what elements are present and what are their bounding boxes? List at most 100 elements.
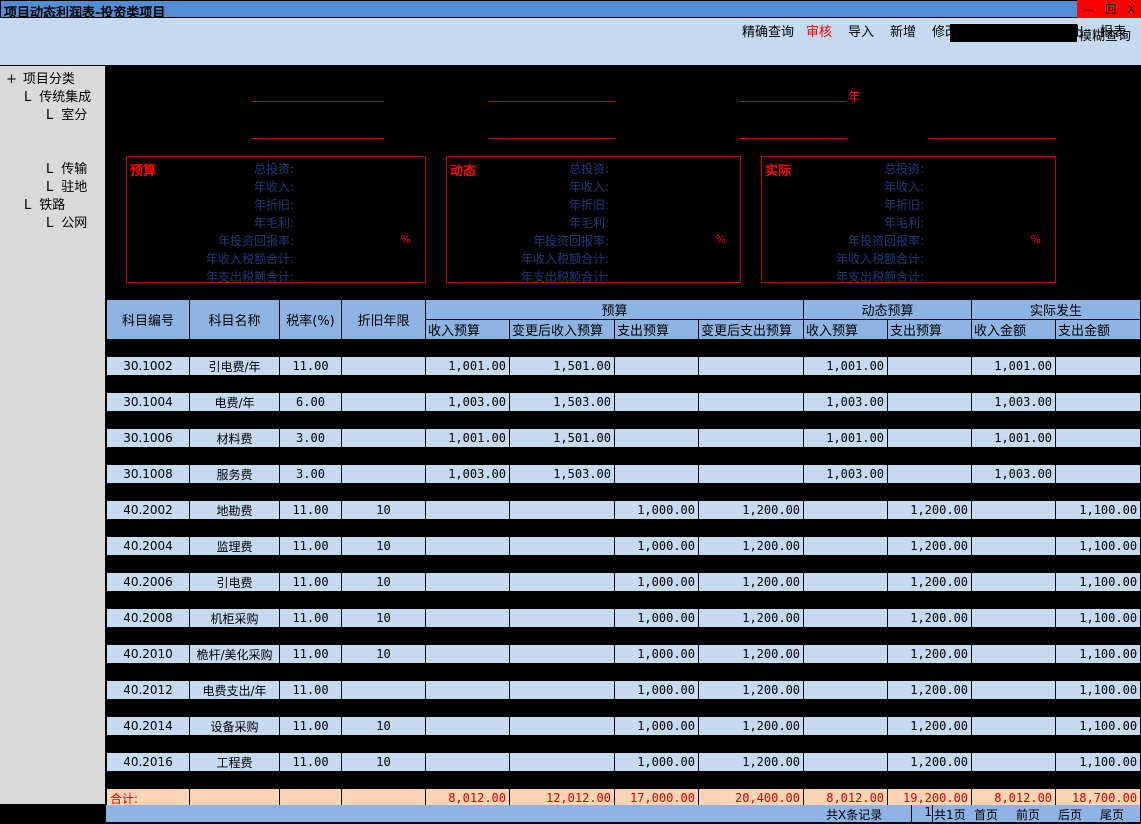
column-header[interactable]: 支出预算 — [614, 319, 699, 339]
column-header[interactable]: 折旧年限 — [341, 300, 426, 339]
table-row[interactable]: 40.2014 设备采购 11.00 10 1,000.00 1,200.00 1,200.… — [106, 717, 1141, 735]
close-button[interactable]: X — [1128, 3, 1136, 16]
prev-page-button[interactable]: 前页 — [1016, 806, 1040, 823]
cell[interactable] — [614, 429, 699, 447]
cell[interactable]: 1,200.00 — [887, 573, 973, 591]
cell[interactable] — [509, 717, 615, 735]
cell[interactable]: 11.00 — [279, 681, 342, 699]
cell[interactable] — [803, 573, 889, 591]
column-header[interactable]: 支出预算 — [887, 319, 973, 339]
cell[interactable]: 监理费 — [189, 537, 280, 555]
cell[interactable]: 1,200.00 — [887, 501, 973, 519]
cell[interactable]: 1,003.00 — [971, 465, 1057, 483]
cell[interactable] — [971, 753, 1057, 771]
minimize-button[interactable]: — — [1083, 3, 1094, 16]
cell[interactable]: 1,501.00 — [509, 429, 615, 447]
cell[interactable]: 1,503.00 — [509, 465, 615, 483]
cell[interactable]: 10 — [341, 573, 426, 591]
cell[interactable] — [697, 429, 805, 447]
cell[interactable]: 1,200.00 — [887, 753, 973, 771]
cell[interactable]: 1,200.00 — [697, 717, 805, 735]
table-row[interactable]: 30.1004 电费/年 6.00 1,003.00 1,503.00 1,003.00 1… — [106, 393, 1141, 411]
cell[interactable]: 1,503.00 — [509, 393, 615, 411]
cell[interactable]: 电费/年 — [189, 393, 280, 411]
cell[interactable]: 1,200.00 — [887, 645, 973, 663]
cell[interactable] — [971, 573, 1057, 591]
cell[interactable]: 1,003.00 — [803, 393, 889, 411]
cell[interactable] — [341, 357, 426, 375]
toolbar-button-3[interactable]: 新增 — [890, 21, 916, 40]
cell[interactable]: 1,100.00 — [1055, 609, 1141, 627]
cell[interactable]: 1,200.00 — [887, 717, 973, 735]
cell[interactable]: 服务费 — [189, 465, 280, 483]
cell[interactable]: 1,000.00 — [614, 537, 699, 555]
tree-item[interactable]: L 公网 — [46, 212, 87, 231]
cell[interactable]: 11.00 — [279, 573, 342, 591]
cell[interactable] — [803, 501, 889, 519]
cell[interactable]: 1,000.00 — [614, 717, 699, 735]
fuzzy-search-button[interactable]: 模糊查询 — [1079, 25, 1131, 44]
table-row[interactable]: 40.2012 电费支出/年 11.00 1,000.00 1,200.00 1,200.… — [106, 681, 1141, 699]
cell[interactable]: 1,001.00 — [971, 429, 1057, 447]
cell[interactable] — [971, 645, 1057, 663]
cell[interactable] — [614, 357, 699, 375]
cell[interactable]: 设备采购 — [189, 717, 280, 735]
cell[interactable]: 11.00 — [279, 753, 342, 771]
cell[interactable] — [803, 681, 889, 699]
cell[interactable]: 1,200.00 — [697, 681, 805, 699]
cell[interactable]: 桅杆/美化采购 — [189, 645, 280, 663]
cell[interactable] — [425, 573, 510, 591]
cell[interactable] — [803, 609, 889, 627]
column-header[interactable]: 科目编号 — [106, 300, 190, 339]
cell[interactable] — [697, 465, 805, 483]
cell[interactable]: 40.2014 — [106, 717, 190, 735]
cell[interactable]: 11.00 — [279, 609, 342, 627]
cell[interactable] — [614, 393, 699, 411]
cell[interactable]: 1,001.00 — [425, 429, 510, 447]
tree-root[interactable]: + 项目分类 — [6, 68, 75, 87]
cell[interactable]: 1,003.00 — [971, 393, 1057, 411]
cell[interactable] — [803, 753, 889, 771]
cell[interactable]: 10 — [341, 501, 426, 519]
cell[interactable]: 1,003.00 — [803, 465, 889, 483]
toolbar-button-2[interactable]: 导入 — [848, 21, 874, 40]
search-input[interactable] — [950, 24, 1077, 42]
tree-item[interactable]: L 铁路 — [24, 194, 65, 213]
cell[interactable]: 11.00 — [279, 645, 342, 663]
cell[interactable]: 1,000.00 — [614, 681, 699, 699]
column-header[interactable]: 科目名称 — [189, 300, 280, 339]
cell[interactable]: 10 — [341, 753, 426, 771]
table-row[interactable]: 40.2010 桅杆/美化采购 11.00 10 1,000.00 1,200.00 1,2… — [106, 645, 1141, 663]
cell[interactable] — [341, 681, 426, 699]
column-header[interactable]: 收入预算 — [425, 319, 510, 339]
cell[interactable] — [509, 753, 615, 771]
cell[interactable]: 1,200.00 — [697, 753, 805, 771]
cell[interactable]: 1,200.00 — [697, 645, 805, 663]
cell[interactable]: 1,100.00 — [1055, 645, 1141, 663]
cell[interactable]: 30.1002 — [106, 357, 190, 375]
cell[interactable] — [971, 501, 1057, 519]
cell[interactable]: 引电费/年 — [189, 357, 280, 375]
cell[interactable] — [614, 465, 699, 483]
field-underline[interactable] — [252, 138, 384, 139]
cell[interactable]: 机柜采购 — [189, 609, 280, 627]
cell[interactable]: 1,100.00 — [1055, 501, 1141, 519]
cell[interactable] — [509, 537, 615, 555]
cell[interactable]: 1,200.00 — [697, 501, 805, 519]
cell[interactable]: 40.2006 — [106, 573, 190, 591]
cell[interactable]: 11.00 — [279, 501, 342, 519]
cell[interactable]: 1,000.00 — [614, 573, 699, 591]
table-row[interactable]: 40.2006 引电费 11.00 10 1,000.00 1,200.00 1,200.0… — [106, 573, 1141, 591]
column-header[interactable]: 税率(%) — [279, 300, 342, 339]
column-header[interactable]: 收入金额 — [971, 319, 1057, 339]
cell[interactable] — [425, 717, 510, 735]
column-header[interactable]: 变更后支出预算 — [697, 319, 805, 339]
cell[interactable] — [509, 645, 615, 663]
cell[interactable]: 40.2012 — [106, 681, 190, 699]
column-header[interactable]: 收入预算 — [803, 319, 889, 339]
cell[interactable]: 1,501.00 — [509, 357, 615, 375]
cell[interactable]: 6.00 — [279, 393, 342, 411]
cell[interactable] — [887, 465, 973, 483]
cell[interactable] — [341, 429, 426, 447]
cell[interactable] — [697, 393, 805, 411]
